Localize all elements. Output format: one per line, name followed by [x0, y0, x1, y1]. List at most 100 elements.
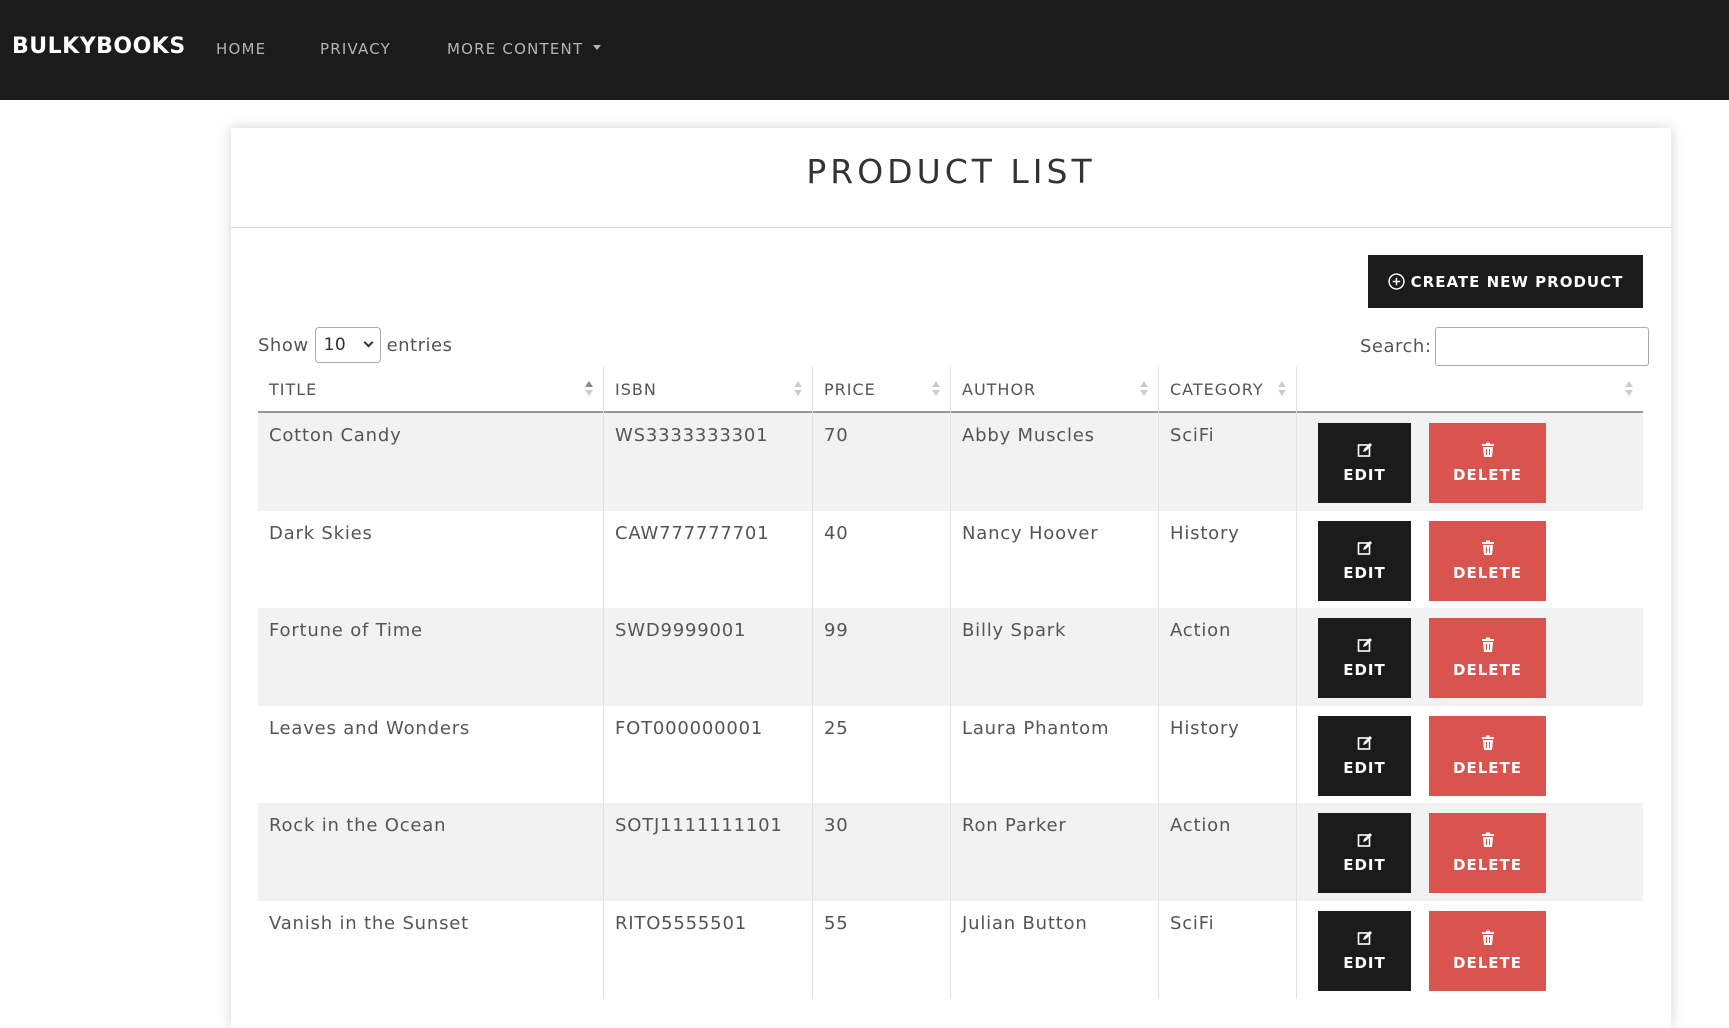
- edit-button[interactable]: EDIT: [1318, 520, 1411, 601]
- cell-author: Nancy Hoover: [951, 510, 1159, 609]
- cell-price: 55: [813, 900, 951, 999]
- column-header-price[interactable]: PRICE: [813, 367, 951, 413]
- edit-button[interactable]: EDIT: [1318, 910, 1411, 991]
- table-row: Leaves and Wonders FOT000000001 25 Laura…: [258, 705, 1643, 804]
- cell-isbn: FOT000000001: [604, 705, 813, 804]
- column-header-label: PRICE: [824, 380, 876, 399]
- product-list-card: PRODUCT LIST CREATE NEW PRODUCT Show 10 …: [231, 128, 1671, 1028]
- cell-category: Action: [1159, 608, 1297, 706]
- column-header-title[interactable]: TITLE: [258, 367, 604, 413]
- create-new-product-button[interactable]: CREATE NEW PRODUCT: [1368, 255, 1643, 308]
- table-row: Fortune of Time SWD9999001 99 Billy Spar…: [258, 608, 1643, 706]
- edit-label: EDIT: [1343, 758, 1386, 777]
- edit-icon: [1357, 833, 1372, 848]
- cell-isbn: SOTJ1111111101: [604, 803, 813, 901]
- trash-icon: [1481, 442, 1494, 457]
- edit-button[interactable]: EDIT: [1318, 813, 1411, 894]
- nav-dropdown-more-content[interactable]: MORE CONTENT: [447, 40, 602, 58]
- table-row: Rock in the Ocean SOTJ1111111101 30 Ron …: [258, 803, 1643, 901]
- delete-button[interactable]: DELETE: [1429, 618, 1546, 699]
- search-control: Search:: [1360, 327, 1650, 366]
- edit-icon: [1357, 735, 1372, 750]
- edit-label: EDIT: [1343, 563, 1386, 582]
- cell-actions: EDIT DELETE: [1297, 901, 1643, 999]
- cell-category: History: [1159, 510, 1297, 609]
- cell-title: Rock in the Ocean: [258, 803, 604, 901]
- cell-actions: EDIT DELETE: [1297, 706, 1643, 804]
- cell-isbn: CAW777777701: [604, 510, 813, 609]
- sort-ascending-icon: [585, 381, 593, 397]
- cell-category: SciFi: [1159, 900, 1297, 999]
- cell-price: 99: [813, 608, 951, 706]
- cell-category: Action: [1159, 803, 1297, 901]
- table-row: Cotton Candy WS3333333301 70 Abby Muscle…: [258, 413, 1643, 511]
- cell-title: Vanish in the Sunset: [258, 900, 604, 999]
- delete-label: DELETE: [1453, 758, 1522, 777]
- edit-button[interactable]: EDIT: [1318, 618, 1411, 699]
- trash-icon: [1481, 637, 1494, 653]
- cell-price: 70: [813, 413, 951, 511]
- cell-category: History: [1159, 705, 1297, 804]
- delete-label: DELETE: [1453, 563, 1522, 582]
- cell-actions: EDIT DELETE: [1297, 608, 1643, 706]
- create-button-label: CREATE NEW PRODUCT: [1410, 272, 1624, 291]
- cell-isbn: WS3333333301: [604, 413, 813, 511]
- column-header-isbn[interactable]: ISBN: [604, 367, 813, 413]
- delete-button[interactable]: DELETE: [1429, 715, 1546, 796]
- table-body: Cotton Candy WS3333333301 70 Abby Muscle…: [258, 413, 1643, 999]
- show-entries-control: Show 10 entries: [258, 327, 452, 363]
- page-title: PRODUCT LIST: [806, 152, 1096, 191]
- delete-button[interactable]: DELETE: [1429, 423, 1546, 503]
- trash-icon: [1481, 832, 1494, 848]
- sort-icon: [794, 381, 802, 397]
- edit-label: EDIT: [1343, 661, 1386, 680]
- cell-author: Ron Parker: [951, 803, 1159, 901]
- page-size-select[interactable]: 10: [314, 327, 381, 363]
- delete-label: DELETE: [1453, 661, 1522, 680]
- cell-title: Dark Skies: [258, 510, 604, 609]
- edit-label: EDIT: [1343, 856, 1386, 875]
- cell-isbn: RITO5555501: [604, 900, 813, 999]
- brand-logo[interactable]: BULKYBOOKS: [12, 34, 186, 59]
- nav-dropdown-label: MORE CONTENT: [447, 40, 584, 58]
- entries-label: entries: [386, 334, 453, 356]
- column-header-actions[interactable]: [1297, 367, 1643, 413]
- edit-button[interactable]: EDIT: [1318, 715, 1411, 796]
- trash-icon: [1481, 735, 1494, 750]
- nav-link-home[interactable]: HOME: [216, 40, 266, 58]
- column-header-label: ISBN: [615, 380, 657, 399]
- edit-icon: [1357, 540, 1372, 555]
- page-size-value: 10: [323, 335, 347, 355]
- column-header-label: AUTHOR: [962, 380, 1037, 399]
- chevron-down-icon: [363, 337, 374, 348]
- nav-link-privacy[interactable]: PRIVACY: [320, 40, 391, 58]
- edit-label: EDIT: [1343, 466, 1386, 484]
- search-label: Search:: [1360, 336, 1432, 357]
- edit-icon: [1357, 638, 1372, 652]
- edit-icon: [1357, 443, 1372, 457]
- cell-actions: EDIT DELETE: [1297, 803, 1643, 901]
- cell-category: SciFi: [1159, 413, 1297, 511]
- search-input[interactable]: [1435, 327, 1650, 366]
- cell-title: Leaves and Wonders: [258, 705, 604, 804]
- column-header-category[interactable]: CATEGORY: [1159, 367, 1297, 413]
- sort-icon: [1625, 381, 1633, 397]
- card-header: PRODUCT LIST: [231, 128, 1671, 228]
- caret-down-icon: [593, 45, 602, 50]
- edit-button[interactable]: EDIT: [1318, 423, 1411, 503]
- cell-author: Abby Muscles: [951, 413, 1159, 511]
- column-header-author[interactable]: AUTHOR: [951, 367, 1159, 413]
- delete-label: DELETE: [1453, 953, 1522, 972]
- cell-price: 40: [813, 510, 951, 609]
- delete-button[interactable]: DELETE: [1429, 520, 1546, 601]
- top-navbar: BULKYBOOKS HOME PRIVACY MORE CONTENT: [0, 0, 1729, 100]
- plus-circle-icon: [1387, 273, 1405, 290]
- table-header-row: TITLE ISBN PRICE AUTHOR CATEGORY: [258, 367, 1643, 413]
- cell-author: Billy Spark: [951, 608, 1159, 706]
- delete-label: DELETE: [1453, 466, 1522, 484]
- cell-price: 25: [813, 705, 951, 804]
- cell-author: Laura Phantom: [951, 705, 1159, 804]
- cell-title: Fortune of Time: [258, 608, 604, 706]
- delete-button[interactable]: DELETE: [1429, 813, 1546, 894]
- delete-button[interactable]: DELETE: [1429, 910, 1546, 991]
